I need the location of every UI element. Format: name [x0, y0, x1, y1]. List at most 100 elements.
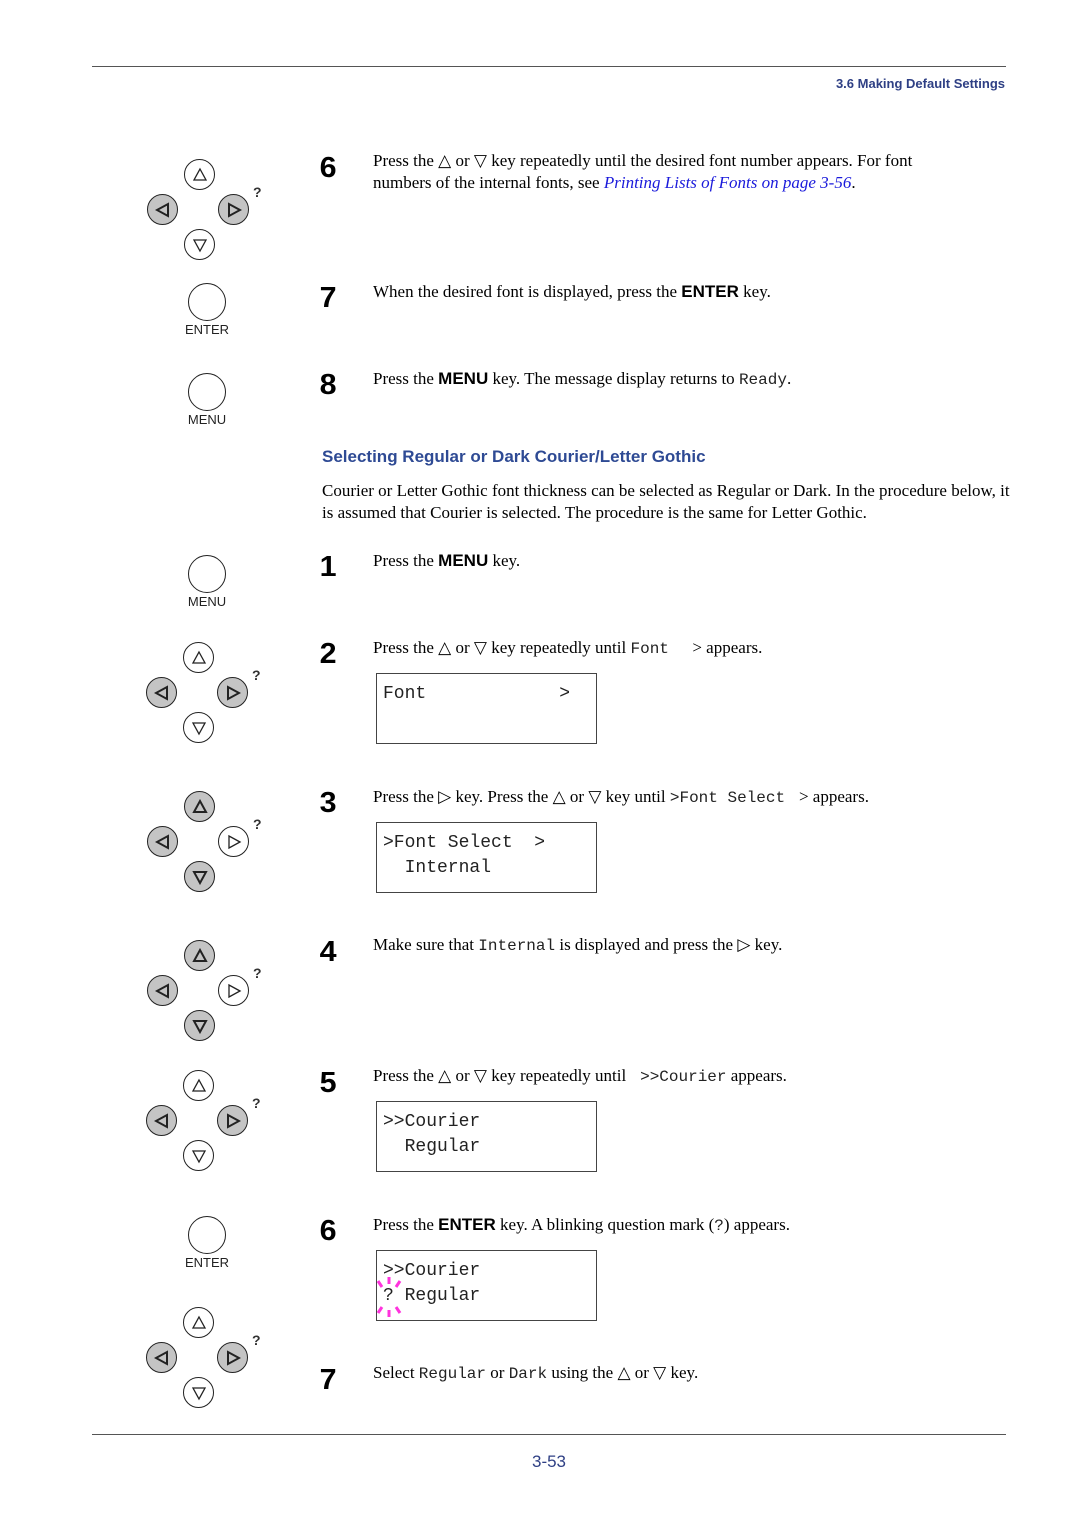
step-number: 5 [319, 1067, 337, 1099]
key-name: MENU [438, 369, 489, 388]
help-question-icon: ? [253, 184, 262, 200]
step-number: 6 [319, 152, 337, 184]
help-question-icon: ? [253, 965, 262, 981]
up-arrow-key-icon [184, 159, 215, 190]
step-text-fragment: or [486, 1363, 509, 1382]
step-text: Select Regular or Dark using the △ or ▽ … [373, 1362, 698, 1385]
lcd-line: >>Courier [383, 1112, 481, 1132]
help-question-icon: ? [252, 667, 261, 683]
step-text-fragment: > appears. [794, 787, 869, 806]
up-arrow-key-icon [184, 940, 215, 971]
lcd-display: >Font Select > Internal [376, 822, 597, 893]
step-text: Press the △ or ▽ key repeatedly until Fo… [373, 637, 762, 660]
step-text-fragment: . [851, 173, 856, 192]
step-text-fragment: key. [738, 282, 771, 301]
step-text-fragment: using the △ or ▽ key. [547, 1363, 699, 1382]
arrow-keypad: ? [147, 791, 277, 901]
arrow-keypad: ? [146, 1307, 276, 1417]
lcd-line: Font [383, 684, 427, 704]
menu-key-icon [188, 373, 226, 411]
step-text-fragment: . [786, 369, 792, 388]
key-name: MENU [438, 551, 489, 570]
step-text: Press the ENTER key. A blinking question… [373, 1214, 790, 1237]
lcd-arrow: > [559, 684, 570, 704]
enter-key-icon [188, 283, 226, 321]
step-text-fragment: ) appears. [723, 1215, 790, 1234]
down-arrow-key-icon [184, 1010, 215, 1041]
menu-key-icon [188, 555, 226, 593]
down-arrow-key-icon [183, 712, 214, 743]
menu-key-label: MENU [187, 594, 227, 609]
step-text: Press the MENU key. The message display … [373, 368, 791, 391]
arrow-keypad: ? [146, 1070, 276, 1180]
step-text-fragment: Press the △ or ▽ key repeatedly until [373, 638, 631, 657]
step-text-fragment: key. The message display returns to [488, 369, 739, 388]
lcd-line: Internal [383, 858, 492, 878]
step-text-fragment: Press the [373, 551, 439, 570]
left-arrow-key-icon [146, 677, 177, 708]
arrow-keypad: ? [147, 159, 277, 269]
step-text-fragment: Press the ▷ key. Press the △ or ▽ key un… [373, 787, 670, 806]
step-number: 7 [319, 1364, 337, 1396]
top-rule [92, 66, 1006, 67]
step-text-line: Press the △ or ▽ key repeatedly until th… [373, 151, 913, 170]
enter-key-icon [188, 1216, 226, 1254]
section-header: 3.6 Making Default Settings [835, 76, 1005, 91]
up-arrow-key-icon [184, 791, 215, 822]
step-text-fragment: Select [373, 1363, 419, 1382]
lcd-line: >Font Select > [383, 833, 546, 853]
display-message: >>Courier [630, 1068, 727, 1086]
right-arrow-key-icon [218, 826, 249, 857]
down-arrow-key-icon [183, 1377, 214, 1408]
arrow-keypad: ? [146, 642, 276, 752]
step-text-fragment: > appears. [688, 638, 763, 657]
left-arrow-key-icon [146, 1105, 177, 1136]
enter-key-label: ENTER [184, 1255, 230, 1270]
step-number: 3 [319, 787, 337, 819]
section-title: Selecting Regular or Dark Courier/Letter… [322, 447, 706, 466]
up-arrow-key-icon [183, 1307, 214, 1338]
down-arrow-key-icon [184, 229, 215, 260]
display-message: Dark [508, 1365, 548, 1383]
up-arrow-key-icon [183, 1070, 214, 1101]
down-arrow-key-icon [183, 1140, 214, 1171]
right-arrow-key-icon [217, 1342, 248, 1373]
left-arrow-key-icon [147, 826, 178, 857]
step-text-fragment: When the desired font is displayed, pres… [373, 282, 682, 301]
help-question-icon: ? [253, 816, 262, 832]
display-message: Font [630, 640, 689, 658]
step-text-fragment: Press the [373, 1215, 439, 1234]
right-arrow-key-icon [218, 975, 249, 1006]
blinking-cursor-icon [376, 1277, 402, 1317]
lcd-display: Font > [376, 673, 597, 744]
step-text: When the desired font is displayed, pres… [373, 281, 771, 303]
display-message: Internal [478, 937, 556, 955]
right-arrow-key-icon [217, 677, 248, 708]
step-text-fragment: appears. [726, 1066, 787, 1085]
step-text: Press the ▷ key. Press the △ or ▽ key un… [373, 786, 869, 809]
step-text-fragment: key. [488, 551, 521, 570]
step-number: 1 [319, 551, 337, 583]
step-text-fragment: Press the [373, 369, 439, 388]
cross-reference-link[interactable]: Printing Lists of Fonts on page 3-56 [604, 173, 851, 192]
right-arrow-key-icon [218, 194, 249, 225]
step-number: 6 [319, 1215, 337, 1247]
left-arrow-key-icon [147, 975, 178, 1006]
step-text-fragment: Press the △ or ▽ key repeatedly until [373, 1066, 631, 1085]
bottom-rule [92, 1434, 1006, 1435]
lcd-line: Regular [383, 1137, 481, 1157]
key-name: ENTER [681, 282, 739, 301]
step-text: Press the △ or ▽ key repeatedly until >>… [373, 1065, 787, 1088]
step-text-fragment: is displayed and press the ▷ key. [555, 935, 783, 954]
display-message: ? [714, 1217, 724, 1235]
right-arrow-key-icon [217, 1105, 248, 1136]
display-message: >Font Select [669, 789, 795, 807]
enter-key-label: ENTER [184, 322, 230, 337]
step-text-fragment: key. A blinking question mark ( [495, 1215, 715, 1234]
arrow-keypad: ? [147, 940, 277, 1050]
lcd-line: >>Courier [383, 1261, 481, 1281]
step-text: Press the △ or ▽ key repeatedly until th… [373, 150, 912, 194]
step-number: 2 [319, 638, 337, 670]
step-number: 4 [319, 936, 337, 968]
step-text-fragment: numbers of the internal fonts, see [373, 173, 604, 192]
